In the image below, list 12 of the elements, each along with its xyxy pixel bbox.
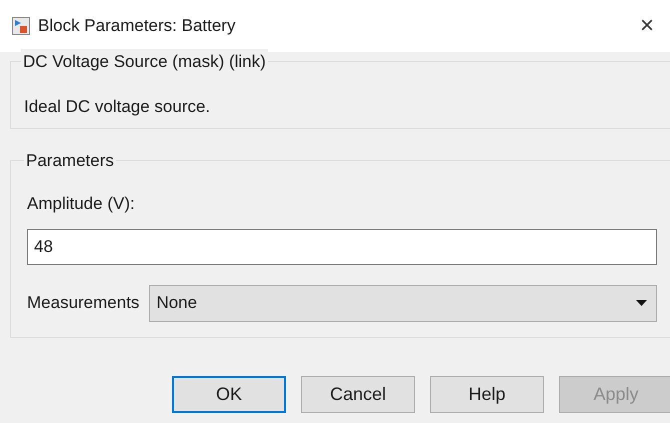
dialog-button[interactable]: Help [430, 376, 544, 413]
field-label: Amplitude (V): [27, 193, 136, 215]
close-button[interactable]: × [640, 14, 654, 38]
input-field[interactable]: 48 [27, 228, 657, 264]
dialog-button[interactable]: OK [172, 376, 286, 413]
dropdown[interactable]: None [149, 284, 657, 322]
field-label: Measurements [27, 292, 140, 314]
dropdown-arrow-icon [636, 300, 647, 306]
dialog-button[interactable]: Cancel [301, 376, 415, 413]
block-diagram-icon [12, 17, 30, 35]
window-title: Block Parameters: Battery [38, 15, 236, 38]
description-text: Ideal DC voltage source. [24, 96, 210, 118]
